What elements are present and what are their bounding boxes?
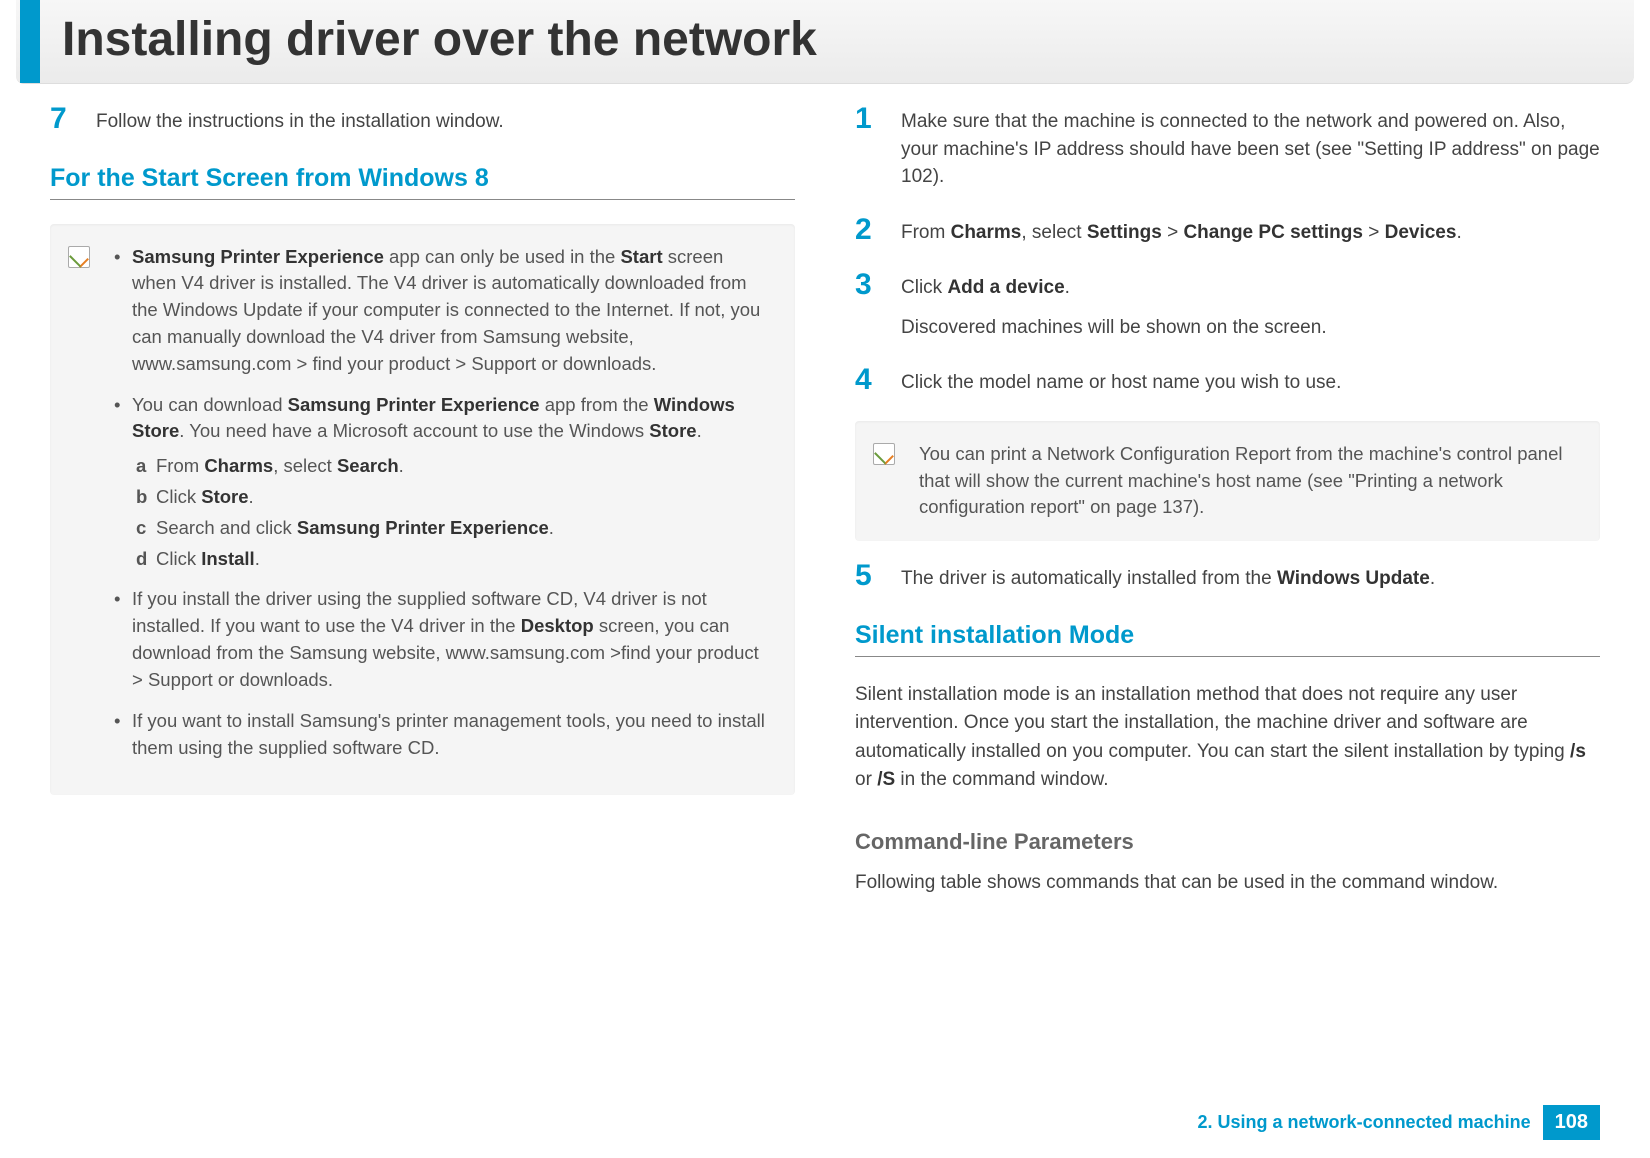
substep-d: dClick Install.	[136, 546, 771, 573]
substep-c: cSearch and click Samsung Printer Experi…	[136, 515, 771, 542]
pencil-note-icon	[68, 246, 90, 268]
step-text: Click the model name or host name you wi…	[901, 365, 1341, 397]
step-text: Make sure that the machine is connected …	[901, 104, 1600, 191]
page-header: Installing driver over the network	[16, 0, 1634, 84]
bullet-cd-v4: If you install the driver using the supp…	[114, 586, 771, 693]
text-bold: Store	[649, 420, 696, 441]
step-text: The driver is automatically installed fr…	[901, 561, 1435, 593]
chapter-label: 2. Using a network-connected machine	[1198, 1112, 1531, 1133]
page-footer: 2. Using a network-connected machine 108	[1198, 1105, 1600, 1140]
step-number: 2	[855, 215, 885, 245]
note-content: You can print a Network Configuration Re…	[919, 441, 1576, 521]
text-bold: Samsung Printer Experience	[288, 394, 540, 415]
content-columns: 7 Follow the instructions in the install…	[0, 84, 1650, 909]
pencil-note-icon	[873, 443, 895, 465]
cmdline-text: Following table shows commands that can …	[855, 869, 1600, 898]
step-text: Follow the instructions in the installat…	[96, 104, 504, 136]
step-2: 2 From Charms, select Settings > Change …	[855, 215, 1600, 247]
bullet-spe-start: Samsung Printer Experience app can only …	[114, 244, 771, 378]
note-box-right: You can print a Network Configuration Re…	[855, 421, 1600, 541]
step-3: 3 Click Add a device. Discovered machine…	[855, 270, 1600, 341]
step-text: Click Add a device. Discovered machines …	[901, 270, 1327, 341]
step-number: 4	[855, 365, 885, 395]
note-box-left: Samsung Printer Experience app can only …	[50, 224, 795, 796]
step-5: 5 The driver is automatically installed …	[855, 561, 1600, 593]
step-4: 4 Click the model name or host name you …	[855, 365, 1600, 397]
left-column: 7 Follow the instructions in the install…	[50, 104, 795, 909]
step-number: 1	[855, 104, 885, 134]
step-number: 5	[855, 561, 885, 591]
bullet-download-spe: You can download Samsung Printer Experie…	[114, 392, 771, 573]
substep-a: aFrom Charms, select Search.	[136, 453, 771, 480]
page-number: 108	[1543, 1105, 1600, 1140]
step-number: 7	[50, 104, 80, 134]
bullet-mgmt-tools: If you want to install Samsung's printer…	[114, 708, 771, 762]
page-title: Installing driver over the network	[62, 12, 1594, 67]
text-bold: Start	[620, 246, 662, 267]
subheading-win8-start: For the Start Screen from Windows 8	[50, 164, 795, 200]
subheading-cmdline: Command-line Parameters	[855, 829, 1600, 855]
subheading-silent: Silent installation Mode	[855, 621, 1600, 657]
note-content: Samsung Printer Experience app can only …	[114, 244, 771, 762]
step-1: 1 Make sure that the machine is connecte…	[855, 104, 1600, 191]
substep-b: bClick Store.	[136, 484, 771, 511]
silent-paragraph: Silent installation mode is an installat…	[855, 681, 1600, 795]
step-7: 7 Follow the instructions in the install…	[50, 104, 795, 136]
right-column: 1 Make sure that the machine is connecte…	[855, 104, 1600, 909]
step-number: 3	[855, 270, 885, 300]
step-subtext: Discovered machines will be shown on the…	[901, 314, 1327, 342]
step-text: From Charms, select Settings > Change PC…	[901, 215, 1462, 247]
text-bold: Samsung Printer Experience	[132, 246, 384, 267]
